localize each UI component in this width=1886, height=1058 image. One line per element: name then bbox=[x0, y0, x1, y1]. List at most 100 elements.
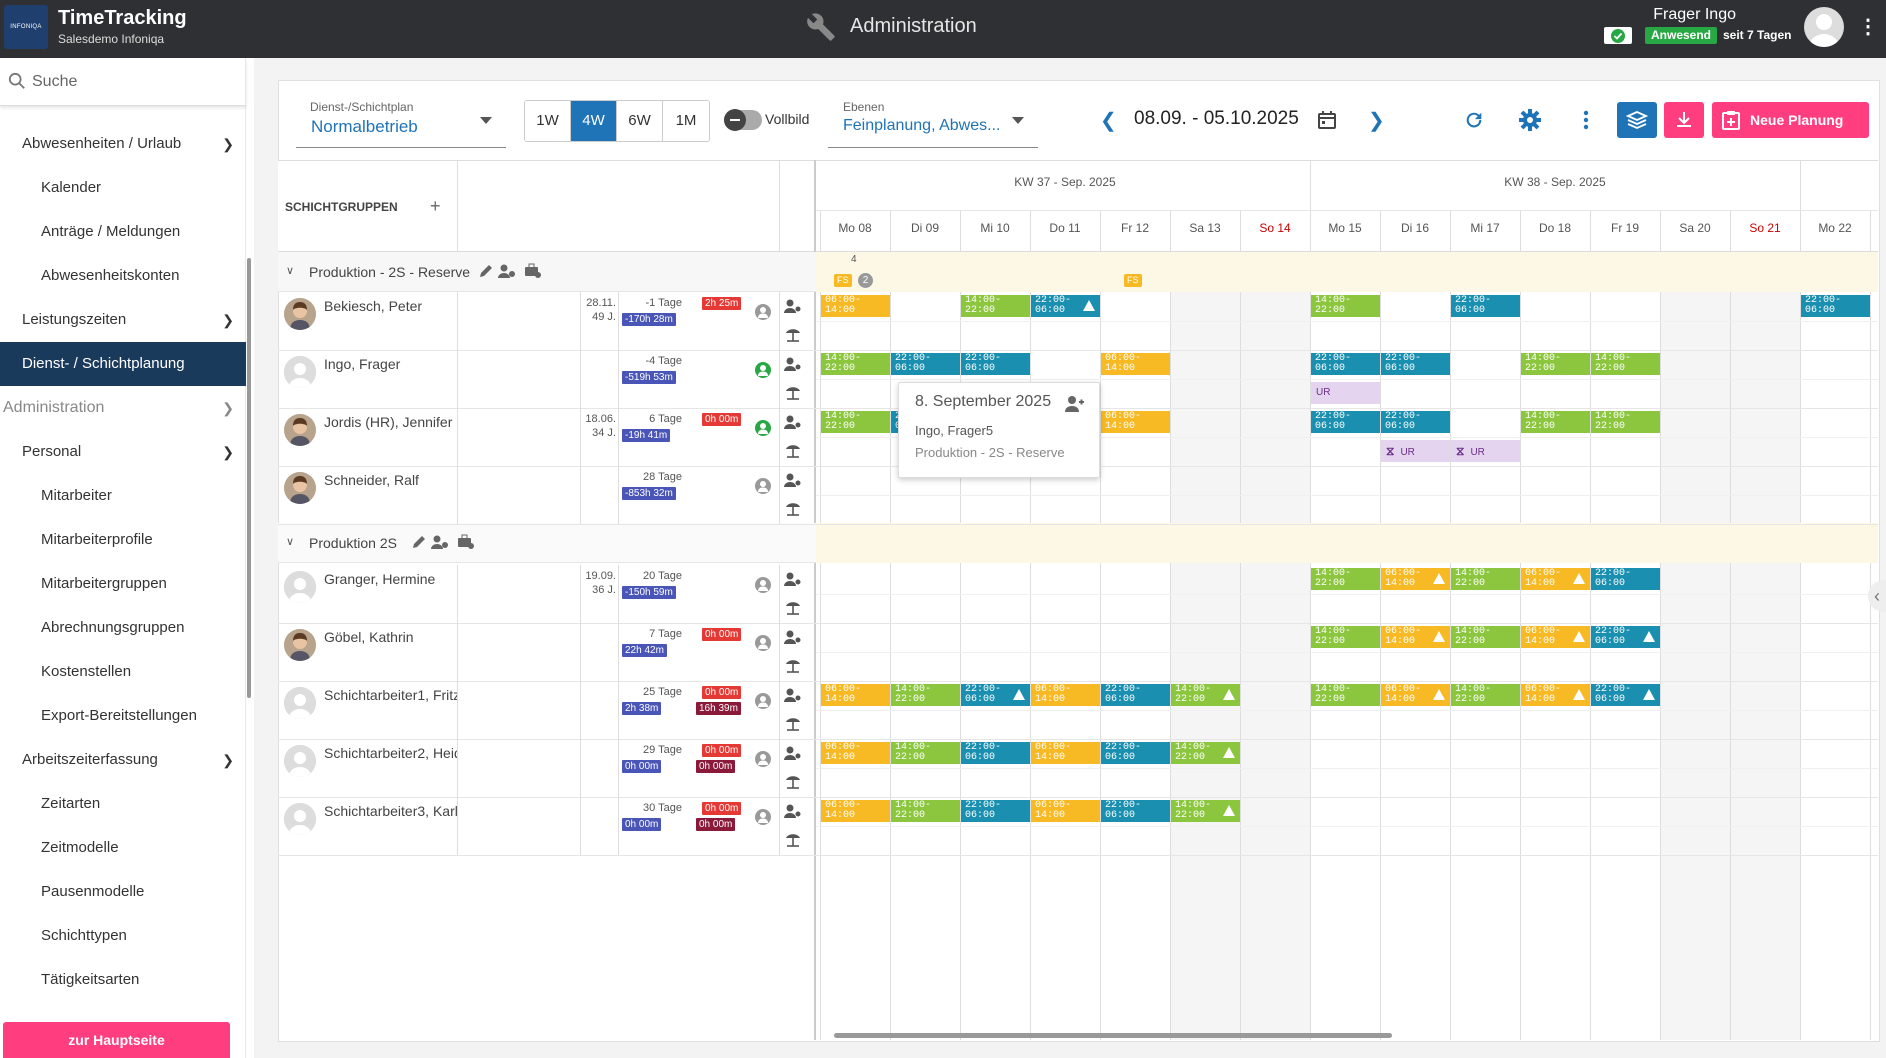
beach-umbrella-icon[interactable] bbox=[784, 500, 802, 518]
new-planning-button[interactable]: Neue Planung bbox=[1712, 102, 1869, 138]
absence-block[interactable]: UR bbox=[1311, 382, 1380, 404]
shift-block[interactable]: 14:00- 22:00 bbox=[1311, 684, 1380, 706]
shift-block[interactable]: 06:00- 14:00 bbox=[1521, 626, 1590, 648]
user-gear-icon[interactable] bbox=[784, 414, 802, 432]
beach-umbrella-icon[interactable] bbox=[784, 599, 802, 617]
employee-name[interactable]: Bekiesch, Peter bbox=[324, 298, 458, 314]
shift-block[interactable]: 06:00- 14:00 bbox=[821, 684, 890, 706]
beach-umbrella-icon[interactable] bbox=[784, 384, 802, 402]
user-gear-icon[interactable] bbox=[784, 571, 802, 589]
sidebar-item-arbeitszeiterfassung[interactable]: Arbeitszeiterfassung ❯ bbox=[0, 738, 246, 782]
company-logo[interactable]: INFONIQA bbox=[4, 5, 48, 49]
shift-block[interactable]: 22:00- 06:00 bbox=[1801, 295, 1870, 317]
user-gear-icon[interactable] bbox=[784, 745, 802, 763]
briefcase-settings-icon[interactable] bbox=[524, 263, 542, 281]
shift-block[interactable]: 06:00- 14:00 bbox=[1381, 568, 1450, 590]
shift-block[interactable]: 22:00- 06:00 bbox=[961, 353, 1030, 375]
sidebar-item-abwesenheitskonten[interactable]: Abwesenheitskonten bbox=[0, 254, 246, 298]
shift-block[interactable]: 22:00- 06:00 bbox=[1311, 411, 1380, 433]
shift-block[interactable]: 14:00- 22:00 bbox=[821, 353, 890, 375]
sidebar-item-mitarbeiter[interactable]: Mitarbeiter bbox=[0, 474, 246, 518]
shift-block[interactable]: 22:00- 06:00 bbox=[1101, 800, 1170, 822]
shift-block[interactable]: 14:00- 22:00 bbox=[1311, 626, 1380, 648]
shift-block[interactable]: 14:00- 22:00 bbox=[1521, 353, 1590, 375]
shift-block[interactable]: 22:00- 06:00 bbox=[1381, 353, 1450, 375]
user-gear-icon[interactable] bbox=[784, 472, 802, 490]
refresh-icon[interactable] bbox=[1456, 102, 1492, 138]
user-avatar[interactable] bbox=[1804, 7, 1844, 47]
sidebar-item-pausenmodelle[interactable]: Pausenmodelle bbox=[0, 870, 246, 914]
sidebar-item-taetigkeitsarten[interactable]: Tätigkeitsarten bbox=[0, 958, 246, 1002]
more-options-icon[interactable] bbox=[1568, 102, 1604, 138]
shift-block[interactable]: 22:00- 06:00 bbox=[961, 742, 1030, 764]
beach-umbrella-icon[interactable] bbox=[784, 657, 802, 675]
pencil-icon[interactable] bbox=[478, 263, 496, 281]
download-button[interactable] bbox=[1664, 102, 1704, 138]
shift-block[interactable]: 06:00- 14:00 bbox=[1521, 568, 1590, 590]
shift-block[interactable]: 22:00- 06:00 bbox=[891, 353, 960, 375]
layers-button[interactable] bbox=[1617, 102, 1657, 138]
shift-block[interactable]: 06:00- 14:00 bbox=[821, 742, 890, 764]
absence-block[interactable]: ⧖ UR bbox=[1381, 440, 1450, 462]
shift-block[interactable]: 14:00- 22:00 bbox=[891, 684, 960, 706]
sidebar-item-leistungszeiten[interactable]: Leistungszeiten ❯ bbox=[0, 298, 246, 342]
shift-block[interactable]: 14:00- 22:00 bbox=[1451, 684, 1520, 706]
sidebar-item-antraege[interactable]: Anträge / Meldungen bbox=[0, 210, 246, 254]
shift-block[interactable]: 14:00- 22:00 bbox=[1171, 800, 1240, 822]
shift-block[interactable]: 22:00- 06:00 bbox=[1031, 295, 1100, 317]
employee-avatar[interactable] bbox=[284, 472, 316, 504]
employee-name[interactable]: Jordis (HR), Jennifer bbox=[324, 414, 458, 430]
horizontal-scrollbar[interactable] bbox=[834, 1033, 1392, 1038]
shift-block[interactable]: 14:00- 22:00 bbox=[1591, 353, 1660, 375]
shift-block[interactable]: 22:00- 06:00 bbox=[1101, 684, 1170, 706]
fullscreen-toggle[interactable] bbox=[724, 109, 762, 131]
shift-block[interactable]: 14:00- 22:00 bbox=[1451, 626, 1520, 648]
sidebar-item-schichttypen[interactable]: Schichttypen bbox=[0, 914, 246, 958]
beach-umbrella-icon[interactable] bbox=[784, 831, 802, 849]
shift-block[interactable]: 06:00- 14:00 bbox=[1101, 353, 1170, 375]
sidebar-item-kalender[interactable]: Kalender bbox=[0, 166, 246, 210]
employee-avatar[interactable] bbox=[284, 745, 316, 777]
user-gear-icon[interactable] bbox=[784, 629, 802, 647]
shift-block[interactable]: 06:00- 14:00 bbox=[1031, 800, 1100, 822]
view-6w-button[interactable]: 6W bbox=[617, 101, 663, 141]
shift-block[interactable]: 14:00- 22:00 bbox=[1171, 742, 1240, 764]
chevron-down-icon[interactable]: ∨ bbox=[286, 535, 294, 548]
caret-down-icon[interactable] bbox=[1012, 117, 1024, 124]
user-settings-icon[interactable] bbox=[498, 263, 516, 281]
view-4w-button[interactable]: 4W bbox=[571, 101, 617, 141]
prev-period-icon[interactable]: ❮ bbox=[1100, 108, 1117, 133]
search-bar[interactable]: Suche bbox=[0, 58, 246, 106]
shift-block[interactable]: 14:00- 22:00 bbox=[1171, 684, 1240, 706]
employee-avatar[interactable] bbox=[284, 687, 316, 719]
shift-block[interactable]: 22:00- 06:00 bbox=[961, 684, 1030, 706]
employee-name[interactable]: Schichtarbeiter1, Fritz bbox=[324, 687, 458, 703]
shift-block[interactable]: 22:00- 06:00 bbox=[1101, 742, 1170, 764]
absence-block[interactable]: ⧖ UR bbox=[1451, 440, 1520, 462]
employee-avatar[interactable] bbox=[284, 414, 316, 446]
shift-block[interactable]: 06:00- 14:00 bbox=[1101, 411, 1170, 433]
more-menu-icon[interactable]: ⋮ bbox=[1858, 16, 1878, 40]
user-gear-icon[interactable] bbox=[784, 803, 802, 821]
pencil-icon[interactable] bbox=[411, 534, 429, 552]
home-button[interactable]: zur Hauptseite bbox=[3, 1022, 230, 1058]
employee-name[interactable]: Schichtarbeiter3, Karl bbox=[324, 803, 458, 819]
beach-umbrella-icon[interactable] bbox=[784, 773, 802, 791]
shift-block[interactable]: 14:00- 22:00 bbox=[821, 411, 890, 433]
sidebar-item-zeitarten[interactable]: Zeitarten bbox=[0, 782, 246, 826]
shift-block[interactable]: 06:00- 14:00 bbox=[1031, 684, 1100, 706]
employee-name[interactable]: Göbel, Kathrin bbox=[324, 629, 458, 645]
shift-block[interactable]: 14:00- 22:00 bbox=[1311, 568, 1380, 590]
shift-block[interactable]: 14:00- 22:00 bbox=[1521, 411, 1590, 433]
sidebar-item-personal[interactable]: Personal ❯ bbox=[0, 430, 246, 474]
shift-block[interactable]: 06:00- 14:00 bbox=[821, 295, 890, 317]
shift-block[interactable]: 06:00- 14:00 bbox=[1031, 742, 1100, 764]
sidebar-item-mitarbeiterprofile[interactable]: Mitarbeiterprofile bbox=[0, 518, 246, 562]
shift-block[interactable]: 22:00- 06:00 bbox=[1591, 684, 1660, 706]
employee-name[interactable]: Ingo, Frager bbox=[324, 356, 458, 372]
shift-block[interactable]: 22:00- 06:00 bbox=[1451, 295, 1520, 317]
employee-avatar[interactable] bbox=[284, 803, 316, 835]
gear-icon[interactable] bbox=[1512, 102, 1548, 138]
calendar-icon[interactable] bbox=[1317, 110, 1337, 130]
sidebar-item-abwesenheiten[interactable]: Abwesenheiten / Urlaub ❯ bbox=[0, 122, 246, 166]
